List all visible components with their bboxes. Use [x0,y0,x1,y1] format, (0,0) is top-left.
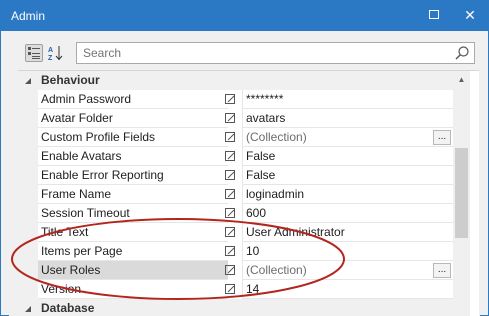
property-row-user-roles[interactable]: User Roles (Collection) ... [18,261,453,280]
admin-window: Admin ✕ A Z Search Behaviour Admin Passw… [0,0,489,316]
property-value[interactable]: avatars [243,109,453,128]
property-grid: Behaviour Admin Password ******** Avatar… [18,70,479,316]
sort-alphabetical-icon: A Z [48,46,63,62]
title-bar[interactable]: Admin ✕ [1,1,488,31]
row-gutter [18,204,38,223]
row-gutter [18,261,38,280]
property-name: Session Timeout [38,204,228,223]
search-icon[interactable] [454,45,470,61]
maximize-icon [429,10,439,19]
property-grid-toolbar: A Z [9,37,480,69]
property-value[interactable]: False [243,166,453,185]
property-value[interactable]: 10 [243,242,453,261]
row-gutter [18,223,38,242]
edit-icon[interactable] [225,132,236,143]
property-value[interactable]: 14 [243,280,453,299]
edit-icon[interactable] [225,94,236,105]
row-gutter [18,185,38,204]
edit-icon[interactable] [225,113,236,124]
collapse-arrow-icon[interactable] [24,77,32,85]
row-gutter [18,128,38,147]
category-label: Database [41,301,95,315]
collection-editor-button[interactable]: ... [433,130,451,145]
property-name: Frame Name [38,185,228,204]
property-name: Title Text [38,223,228,242]
property-value[interactable]: 600 [243,204,453,223]
property-row-version[interactable]: Version 14 [18,280,453,299]
row-gutter [18,147,38,166]
edit-icon[interactable] [225,170,236,181]
property-row-custom-profile-fields[interactable]: Custom Profile Fields (Collection) ... [18,128,453,147]
property-name: Version [38,280,228,299]
property-row-admin-password[interactable]: Admin Password ******** [18,90,453,109]
property-row-enable-error-reporting[interactable]: Enable Error Reporting False [18,166,453,185]
property-row-session-timeout[interactable]: Session Timeout 600 [18,204,453,223]
scrollbar-thumb[interactable] [455,148,468,238]
category-database[interactable]: Database [18,299,453,316]
property-name: Enable Error Reporting [38,166,228,185]
edit-icon[interactable] [225,151,236,162]
property-name: Avatar Folder [38,109,228,128]
edit-icon[interactable] [225,284,236,295]
maximize-button[interactable] [421,4,447,26]
row-gutter [18,166,38,185]
property-name: Custom Profile Fields [38,128,228,147]
property-value[interactable]: User Administrator [243,223,453,242]
window-title: Admin [11,9,46,23]
svg-text:A: A [48,47,53,54]
property-value[interactable]: (Collection) [243,128,453,147]
collection-editor-button[interactable]: ... [433,263,451,278]
property-row-items-per-page[interactable]: Items per Page 10 [18,242,453,261]
property-name: Enable Avatars [38,147,228,166]
category-behaviour[interactable]: Behaviour [18,71,453,90]
category-label: Behaviour [41,73,100,87]
scroll-up-arrow-icon[interactable]: ▲ [453,71,470,88]
row-gutter [18,109,38,128]
property-row-frame-name[interactable]: Frame Name loginadmin [18,185,453,204]
property-row-avatar-folder[interactable]: Avatar Folder avatars [18,109,453,128]
property-grid-panel: A Z Behaviour [9,37,480,316]
property-name: Items per Page [38,242,228,261]
row-gutter [18,90,38,109]
edit-icon[interactable] [225,208,236,219]
edit-icon[interactable] [225,246,236,257]
property-row-title-text[interactable]: Title Text User Administrator [18,223,453,242]
property-value[interactable]: (Collection) [243,261,453,280]
property-value[interactable]: False [243,147,453,166]
alphabetical-sort-button[interactable]: A Z [47,44,65,62]
search-box [76,42,475,64]
categorized-view-icon [28,47,40,59]
row-gutter [18,280,38,299]
svg-text:Z: Z [48,55,53,62]
edit-icon[interactable] [225,189,236,200]
row-gutter [18,242,38,261]
categorized-view-button[interactable] [25,44,43,62]
vertical-scrollbar[interactable]: ▲ [453,71,470,316]
property-name: Admin Password [38,90,228,109]
close-icon: ✕ [464,7,476,23]
edit-icon[interactable] [225,227,236,238]
close-button[interactable]: ✕ [457,4,483,26]
property-value[interactable]: ******** [243,90,453,109]
search-input[interactable] [77,43,447,63]
edit-icon[interactable] [225,265,236,276]
property-name: User Roles [38,261,228,280]
property-value[interactable]: loginadmin [243,185,453,204]
collapse-arrow-icon[interactable] [24,305,32,313]
property-row-enable-avatars[interactable]: Enable Avatars False [18,147,453,166]
